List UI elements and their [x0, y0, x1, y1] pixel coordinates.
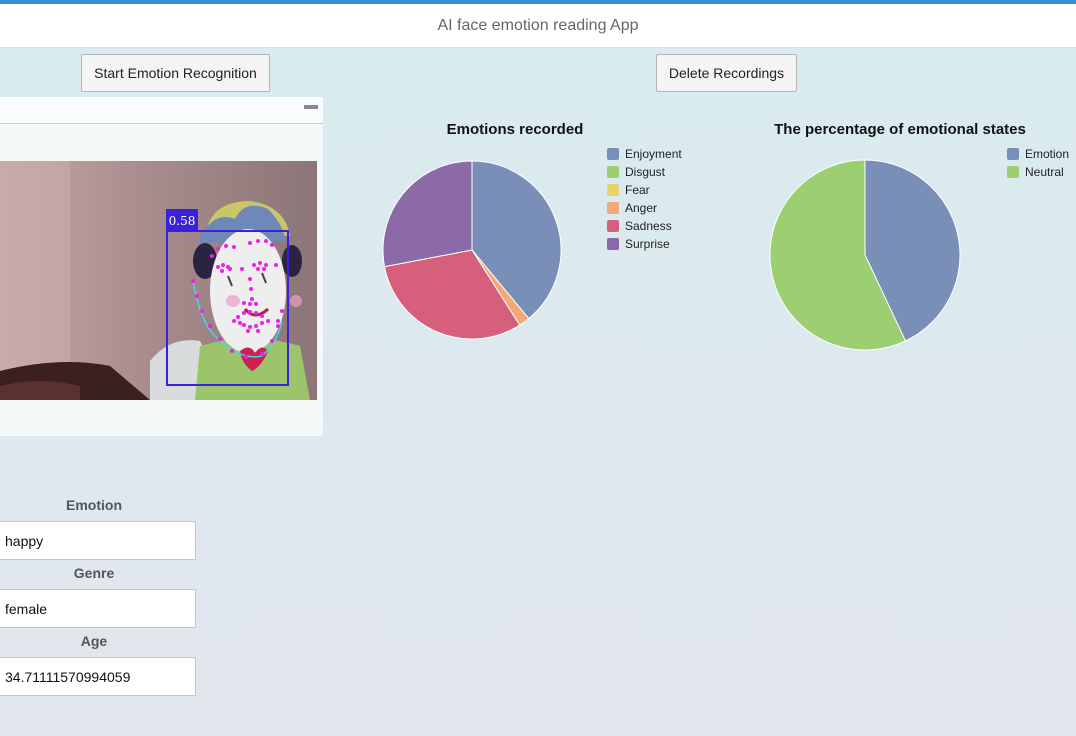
app-title: AI face emotion reading App — [437, 17, 639, 34]
emotion-label: Emotion — [66, 497, 122, 513]
minimize-icon[interactable] — [304, 105, 318, 109]
age-field[interactable] — [0, 657, 196, 696]
legend-label: Neutral — [1025, 165, 1064, 179]
legend-label: Surprise — [625, 237, 670, 251]
legend-label: Sadness — [625, 219, 672, 233]
legend-item-sadness[interactable]: Sadness — [607, 217, 682, 235]
pie-chart-emotions-recorded — [382, 160, 562, 340]
video-panel-header — [0, 97, 323, 124]
legend-item-fear[interactable]: Fear — [607, 181, 682, 199]
confidence-score: 0.58 — [169, 214, 196, 228]
legend-swatch — [607, 184, 619, 196]
legend-emotions-recorded: Enjoyment Disgust Fear Anger Sadness Surprise — [607, 145, 682, 253]
legend-label: Enjoyment — [625, 147, 682, 161]
legend-item-emotion[interactable]: Emotion — [1007, 145, 1069, 163]
video-panel: 0.58 — [0, 97, 323, 436]
legend-label: Fear — [625, 183, 650, 197]
legend-swatch — [607, 238, 619, 250]
legend-item-anger[interactable]: Anger — [607, 199, 682, 217]
legend-item-neutral[interactable]: Neutral — [1007, 163, 1069, 181]
genre-label: Genre — [73, 565, 115, 581]
legend-label: Disgust — [625, 165, 666, 179]
legend-swatch — [1007, 148, 1019, 160]
age-label: Age — [80, 633, 108, 649]
legend-label: Emotion — [1025, 147, 1070, 161]
webcam-frame-image: 0.58 — [0, 161, 317, 400]
legend-item-disgust[interactable]: Disgust — [607, 163, 682, 181]
legend-swatch — [607, 220, 619, 232]
webcam-video: 0.58 — [0, 161, 317, 400]
legend-item-enjoyment[interactable]: Enjoyment — [607, 145, 682, 163]
delete-recordings-button[interactable]: Delete Recordings — [656, 54, 797, 92]
chart-title-emotions-recorded: Emotions recorded — [446, 121, 584, 138]
legend-swatch — [607, 202, 619, 214]
pie-chart-emotional-states — [769, 159, 961, 351]
legend-emotional-states: Emotion Neutral — [1007, 145, 1069, 181]
start-emotion-recognition-button[interactable]: Start Emotion Recognition — [81, 54, 270, 92]
emotion-field[interactable] — [0, 521, 196, 560]
chart-title-emotional-states: The percentage of emotional states — [774, 121, 1026, 138]
genre-field[interactable] — [0, 589, 196, 628]
legend-swatch — [607, 148, 619, 160]
legend-label: Anger — [625, 201, 658, 215]
legend-item-surprise[interactable]: Surprise — [607, 235, 682, 253]
legend-swatch — [607, 166, 619, 178]
legend-swatch — [1007, 166, 1019, 178]
pie-slice-surprise[interactable] — [382, 160, 473, 268]
app-header: AI face emotion reading App — [0, 0, 1076, 48]
